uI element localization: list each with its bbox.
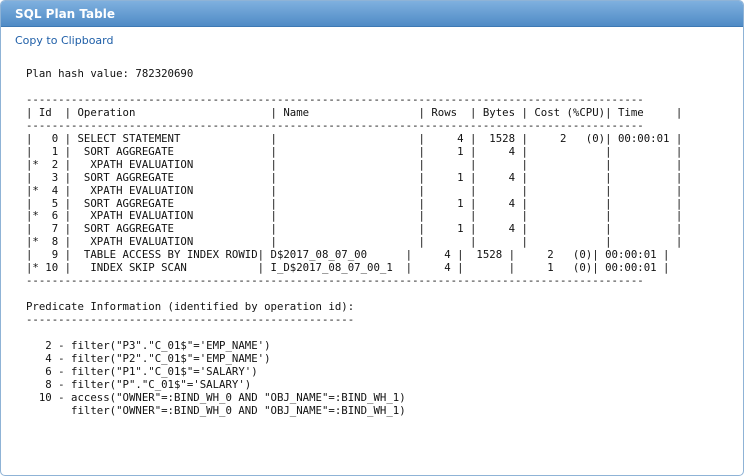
copy-to-clipboard-link[interactable]: Copy to Clipboard <box>15 34 113 47</box>
sql-plan-dialog: SQL Plan Table Copy to Clipboard Plan ha… <box>0 0 744 476</box>
dialog-title: SQL Plan Table <box>1 1 743 27</box>
plan-table-text: Plan hash value: 782320690 -------------… <box>26 67 683 417</box>
